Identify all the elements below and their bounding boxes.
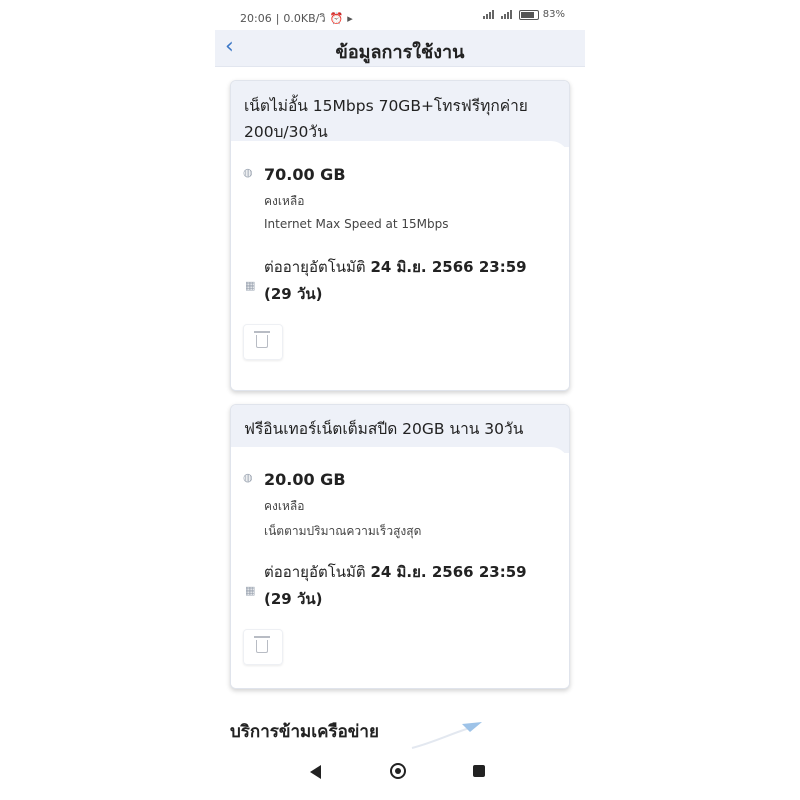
trash-icon bbox=[254, 636, 270, 653]
status-left: 20:06 | 0.0KB/วิ ⏰ ▸ bbox=[240, 9, 353, 27]
remaining-amount: 70.00 GB bbox=[264, 165, 346, 184]
renewal-info: ต่ออายุอัตโนมัติ 24 มิ.ย. 2566 23:59 (29… bbox=[264, 559, 559, 613]
status-right: 83% bbox=[482, 9, 565, 20]
renew-label: ต่ออายุอัตโนมัติ bbox=[264, 563, 366, 581]
remaining-label: คงเหลือ bbox=[264, 194, 305, 208]
swoosh-decoration bbox=[411, 722, 482, 749]
usage-block: 20.00 GB คงเหลือ เน็ตตามปริมาณความเร็วสู… bbox=[264, 470, 559, 541]
signal-icon bbox=[482, 10, 497, 19]
status-bar: 20:06 | 0.0KB/วิ ⏰ ▸ 83% bbox=[215, 0, 585, 30]
calendar-icon: ▦ bbox=[245, 584, 256, 597]
renew-label: ต่ออายุอัตโนมัติ bbox=[264, 258, 366, 276]
remaining-label: คงเหลือ bbox=[264, 499, 305, 513]
phone-screen: 20:06 | 0.0KB/วิ ⏰ ▸ 83% ‹ ข้อมูลการใช้ง… bbox=[215, 0, 585, 800]
status-separator: | bbox=[275, 11, 280, 25]
delete-button[interactable] bbox=[243, 629, 283, 665]
roaming-section-title[interactable]: บริการข้ามเครือข่าย bbox=[230, 718, 379, 745]
status-speed: 0.0KB/วิ bbox=[283, 12, 326, 25]
package-details: ◍ 70.00 GB คงเหลือ Internet Max Speed at… bbox=[231, 141, 569, 390]
renewal-info: ต่ออายุอัตโนมัติ 24 มิ.ย. 2566 23:59 (29… bbox=[264, 254, 559, 308]
battery-icon bbox=[518, 9, 539, 20]
play-icon: ▸ bbox=[347, 11, 353, 25]
calendar-icon: ▦ bbox=[245, 279, 256, 292]
nav-back-icon[interactable] bbox=[310, 765, 321, 779]
package-description: Internet Max Speed at 15Mbps bbox=[264, 217, 449, 231]
usage-block: 70.00 GB คงเหลือ Internet Max Speed at 1… bbox=[264, 165, 559, 231]
status-time: 20:06 bbox=[240, 11, 272, 25]
remaining-amount: 20.00 GB bbox=[264, 470, 346, 489]
package-name: เน็ตไม่อั้น 15Mbps 70GB+โทรฟรีทุกค่าย 20… bbox=[231, 81, 569, 147]
package-description: เน็ตตามปริมาณความเร็วสูงสุด bbox=[264, 524, 422, 538]
package-card: ฟรีอินเทอร์เน็ตเต็มสปีด 20GB นาน 30วัน ◍… bbox=[230, 404, 570, 689]
nav-home-icon[interactable] bbox=[390, 763, 406, 779]
package-details: ◍ 20.00 GB คงเหลือ เน็ตตามปริมาณความเร็ว… bbox=[231, 447, 569, 688]
battery-percent: 83% bbox=[542, 9, 565, 20]
page-title: ข้อมูลการใช้งาน bbox=[335, 42, 465, 63]
trash-icon bbox=[254, 331, 270, 348]
globe-icon: ◍ bbox=[243, 166, 253, 179]
package-name: ฟรีอินเทอร์เน็ตเต็มสปีด 20GB นาน 30วัน bbox=[231, 405, 569, 453]
app-bar: ‹ ข้อมูลการใช้งาน bbox=[215, 30, 585, 67]
package-card: เน็ตไม่อั้น 15Mbps 70GB+โทรฟรีทุกค่าย 20… bbox=[230, 80, 570, 391]
alarm-icon: ⏰ bbox=[329, 11, 344, 25]
globe-icon: ◍ bbox=[243, 471, 253, 484]
nav-recents-icon[interactable] bbox=[473, 765, 485, 777]
delete-button[interactable] bbox=[243, 324, 283, 360]
android-nav-bar bbox=[215, 762, 585, 792]
signal-icon bbox=[500, 10, 515, 19]
